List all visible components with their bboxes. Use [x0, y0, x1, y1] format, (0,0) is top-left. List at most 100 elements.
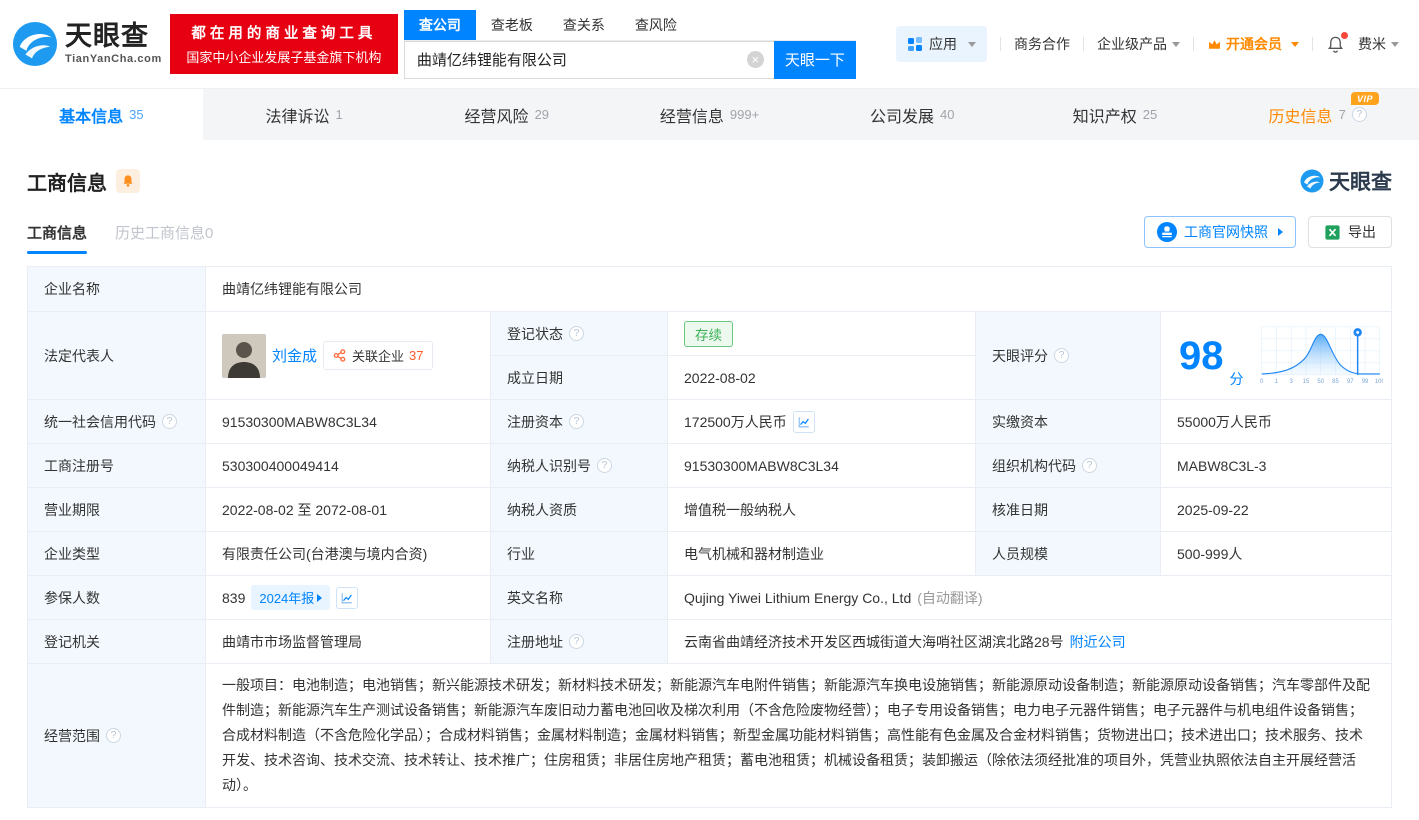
divider [1193, 37, 1194, 51]
company-tab-bar: 基本信息 35 法律诉讼 1 经营风险 29 经营信息 999+ 公司发展 40… [0, 88, 1419, 140]
svg-text:97: 97 [1346, 379, 1353, 385]
crown-icon [1209, 39, 1220, 49]
avatar-placeholder [222, 333, 266, 378]
search-tab-company[interactable]: 查公司 [403, 9, 476, 40]
est-date-label: 成立日期 [491, 356, 668, 400]
business-term-value: 2022-08-02 至 2072-08-01 [206, 488, 491, 532]
svg-text:3: 3 [1289, 379, 1293, 385]
help-icon[interactable]: ? [569, 414, 584, 429]
search-tab-boss[interactable]: 查老板 [476, 10, 548, 40]
help-icon[interactable]: ? [106, 728, 121, 743]
tianyancha-logo[interactable]: 天眼查 TianYanCha.com [12, 21, 162, 67]
search-area: 查公司 查老板 查关系 查风险 × 天眼一下 [403, 9, 856, 79]
search-tab-bar: 查公司 查老板 查关系 查风险 [403, 9, 856, 41]
svg-text:1: 1 [1274, 379, 1278, 385]
company-type-value: 有限责任公司(台港澳与境内合资) [206, 532, 491, 576]
score-distribution-chart[interactable]: 0 1 3 15 50 85 97 99 100 [1258, 322, 1384, 389]
english-name-value: Qujing Yiwei Lithium Energy Co., Ltd (自动… [668, 576, 1392, 620]
nav-open-vip[interactable]: 开通会员 [1207, 34, 1299, 54]
search-tab-risk[interactable]: 查风险 [620, 10, 692, 40]
business-term-label: 营业期限 [28, 488, 206, 532]
tab-operation-info[interactable]: 经营信息 999+ [608, 89, 811, 140]
status-badge: 存续 [684, 320, 733, 347]
approval-date-label: 核准日期 [976, 488, 1161, 532]
top-header: 天眼查 TianYanCha.com 都在用的商业查询工具 国家中小企业发展子基… [0, 0, 1419, 88]
reg-capital-value: 172500万人民币 [668, 400, 976, 444]
tab-company-development[interactable]: 公司发展 40 [811, 89, 1014, 140]
official-snapshot-button[interactable]: 工商官网快照 [1144, 216, 1296, 248]
credit-code-value: 91530300MABW8C3L34 [206, 400, 491, 444]
chevron-down-icon [1391, 41, 1399, 47]
company-name-label: 企业名称 [28, 267, 206, 312]
svg-text:100: 100 [1374, 379, 1383, 385]
user-menu[interactable]: 费米 [1358, 34, 1399, 54]
tab-operation-risk[interactable]: 经营风险 29 [405, 89, 608, 140]
tab-history-info[interactable]: VIP 历史信息 7 ? [1216, 89, 1419, 140]
brand-domain: TianYanCha.com [65, 53, 162, 65]
search-button[interactable]: 天眼一下 [773, 40, 856, 79]
brand-name: 天眼查 [65, 21, 149, 51]
notification-dot [1341, 31, 1348, 39]
divider [1083, 37, 1084, 51]
reg-status-value: 存续 [668, 312, 976, 356]
business-info-table: 企业名称 曲靖亿纬锂能有限公司 法定代表人 刘金成 关联企业 37 登记状态 ?… [27, 266, 1392, 808]
help-icon[interactable]: ? [1082, 458, 1097, 473]
company-name-value: 曲靖亿纬锂能有限公司 [206, 267, 1392, 312]
annual-report-badge[interactable]: 2024年报 [251, 585, 331, 610]
relation-graph-icon [333, 349, 346, 362]
legal-rep-name-link[interactable]: 刘金成 [272, 345, 317, 366]
clear-icon[interactable]: × [746, 51, 764, 68]
bell-icon [123, 175, 133, 187]
arrow-right-icon [1278, 228, 1283, 236]
search-input[interactable] [404, 51, 747, 68]
arrow-right-icon [317, 593, 323, 602]
svg-text:99: 99 [1361, 379, 1368, 385]
line-chart-icon [341, 592, 353, 603]
stamp-icon [1157, 222, 1177, 242]
org-code-value: MABW8C3L-3 [1161, 444, 1392, 488]
monitor-bell-icon[interactable] [116, 169, 140, 193]
subtab-history-business-info[interactable]: 历史工商信息0 [115, 222, 213, 254]
help-icon[interactable]: ? [162, 414, 177, 429]
top-navigation: 应用 商务合作 企业级产品 开通会员 费米 [896, 26, 1399, 62]
help-icon[interactable]: ? [1351, 107, 1367, 122]
nav-enterprise-products[interactable]: 企业级产品 [1097, 34, 1180, 54]
vip-badge: VIP [1351, 92, 1380, 105]
export-button[interactable]: 导出 [1308, 216, 1392, 248]
scope-value: 一般项目：电池制造；电池销售；新兴能源技术研发；新材料技术研发；新能源汽车电附件… [206, 664, 1392, 808]
tab-basic-info[interactable]: 基本信息 35 [0, 89, 203, 140]
divider [1000, 37, 1001, 51]
tab-intellectual-property[interactable]: 知识产权 25 [1014, 89, 1217, 140]
capital-trend-chart-icon[interactable] [792, 410, 815, 433]
reg-number-label: 工商注册号 [28, 444, 206, 488]
credit-code-label: 统一社会信用代码? [28, 400, 206, 444]
svg-text:85: 85 [1332, 379, 1339, 385]
auto-translate-note: (自动翻译) [917, 589, 983, 606]
svg-text:50: 50 [1317, 379, 1324, 385]
insured-trend-chart-icon[interactable] [336, 586, 359, 609]
reg-status-label: 登记状态? [491, 312, 668, 356]
industry-label: 行业 [491, 532, 668, 576]
help-icon[interactable]: ? [569, 326, 584, 341]
score-label: 天眼评分? [976, 312, 1161, 400]
tianyancha-watermark: 天眼查 [1300, 166, 1392, 196]
nav-business-cooperation[interactable]: 商务合作 [1014, 34, 1070, 54]
promo-banner: 都在用的商业查询工具 国家中小企业发展子基金旗下机构 [169, 14, 398, 74]
insured-label: 参保人数 [28, 576, 206, 620]
help-icon[interactable]: ? [597, 458, 612, 473]
subtab-business-info[interactable]: 工商信息 [27, 222, 88, 254]
username: 费米 [1358, 36, 1386, 52]
related-companies-badge[interactable]: 关联企业 37 [323, 341, 433, 370]
apps-menu[interactable]: 应用 [896, 26, 987, 62]
english-name-label: 英文名称 [491, 576, 668, 620]
nearby-companies-link[interactable]: 附近公司 [1070, 632, 1126, 652]
notification-bell-icon[interactable] [1326, 31, 1348, 54]
help-icon[interactable]: ? [1054, 348, 1069, 363]
search-tab-relation[interactable]: 查关系 [548, 10, 620, 40]
help-icon[interactable]: ? [569, 634, 584, 649]
legal-rep-avatar[interactable] [222, 333, 266, 378]
tab-legal-litigation[interactable]: 法律诉讼 1 [203, 89, 406, 140]
staff-size-value: 500-999人 [1161, 532, 1392, 576]
main-content: 工商信息 天眼查 工商信息 历史工商信息0 工商官网快照 导出 企业名称 曲靖亿… [0, 140, 1419, 808]
reg-number-value: 530300400049414 [206, 444, 491, 488]
